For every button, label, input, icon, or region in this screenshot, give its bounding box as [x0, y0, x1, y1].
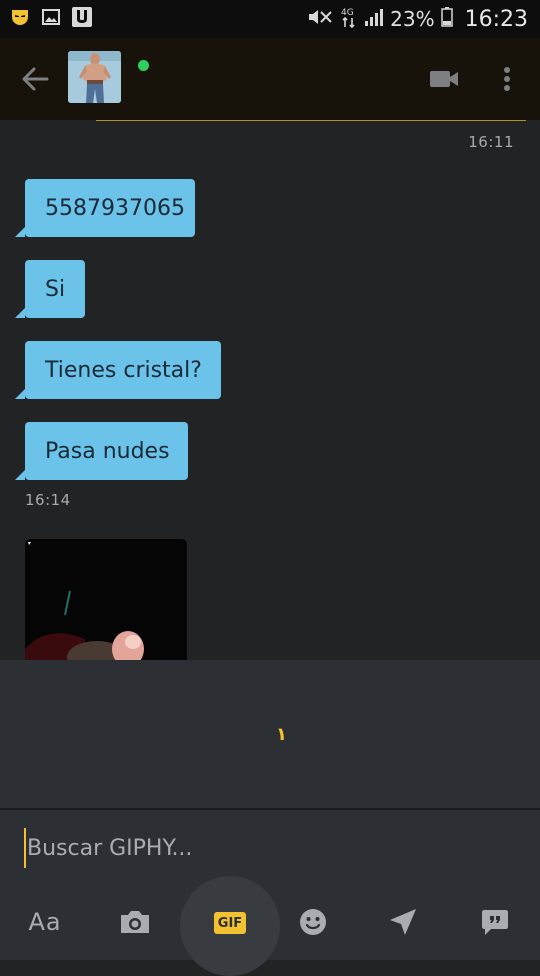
gif-button[interactable]: GIF — [180, 876, 280, 976]
notification-icons — [10, 7, 92, 31]
battery-icon — [440, 7, 453, 31]
contact-avatar[interactable] — [68, 51, 121, 103]
u-app-icon — [72, 7, 92, 31]
saved-phrases-button[interactable] — [470, 900, 520, 944]
message-timestamp: 16:14 — [25, 491, 71, 509]
signal-icon — [364, 7, 384, 31]
video-call-button[interactable] — [426, 62, 462, 96]
loading-indicator: ١ — [276, 724, 287, 745]
gif-label: GIF — [214, 912, 246, 934]
message-bubble[interactable]: Pasa nudes — [15, 422, 188, 480]
status-clock: 16:23 — [464, 6, 528, 32]
text-mode-label: Aa — [28, 908, 62, 936]
message-bubble[interactable]: Si — [15, 260, 85, 318]
quote-bubble-icon — [482, 910, 508, 935]
camera-icon — [121, 911, 149, 933]
svg-text:4G: 4G — [341, 8, 354, 18]
app-mask-icon — [10, 8, 30, 30]
gif-results-panel: ١ — [0, 660, 540, 808]
emoji-button[interactable] — [288, 900, 338, 944]
message-text: Tienes cristal? — [45, 357, 202, 383]
navigation-arrow-icon — [390, 909, 416, 935]
online-status-dot — [138, 60, 149, 71]
back-button[interactable] — [18, 62, 52, 96]
more-options-button[interactable] — [490, 60, 524, 98]
camera-button[interactable] — [110, 900, 160, 944]
photo-message[interactable] — [25, 539, 187, 660]
message-text: Si — [45, 276, 66, 302]
giphy-search-bar — [0, 810, 540, 880]
message-list[interactable]: 16:11 5587937065 Si Tienes cristal? Pasa… — [0, 121, 540, 660]
message-bubble[interactable]: 5587937065 — [15, 179, 195, 237]
video-camera-icon — [430, 71, 458, 87]
message-timestamp: 16:11 — [468, 133, 514, 151]
text-keyboard-button[interactable]: Aa — [20, 900, 70, 944]
message-text: 5587937065 — [45, 195, 185, 221]
network-type-icon: 4G — [340, 6, 358, 32]
smiley-icon — [300, 909, 326, 935]
message-bubble[interactable]: Tienes cristal? — [15, 341, 221, 399]
mute-icon — [306, 7, 334, 31]
location-button[interactable] — [378, 900, 428, 944]
message-text: Pasa nudes — [45, 438, 170, 464]
system-icons: 4G 23% 16:23 — [306, 6, 528, 32]
status-bar: 4G 23% 16:23 — [0, 0, 540, 38]
back-arrow-icon — [22, 67, 49, 91]
chat-header — [0, 38, 540, 120]
giphy-search-input[interactable] — [24, 828, 514, 868]
more-vertical-icon — [504, 67, 510, 91]
chat-toolbar: Aa GIF — [0, 876, 540, 976]
image-notification-icon — [42, 9, 60, 29]
battery-percent: 23% — [390, 7, 435, 31]
